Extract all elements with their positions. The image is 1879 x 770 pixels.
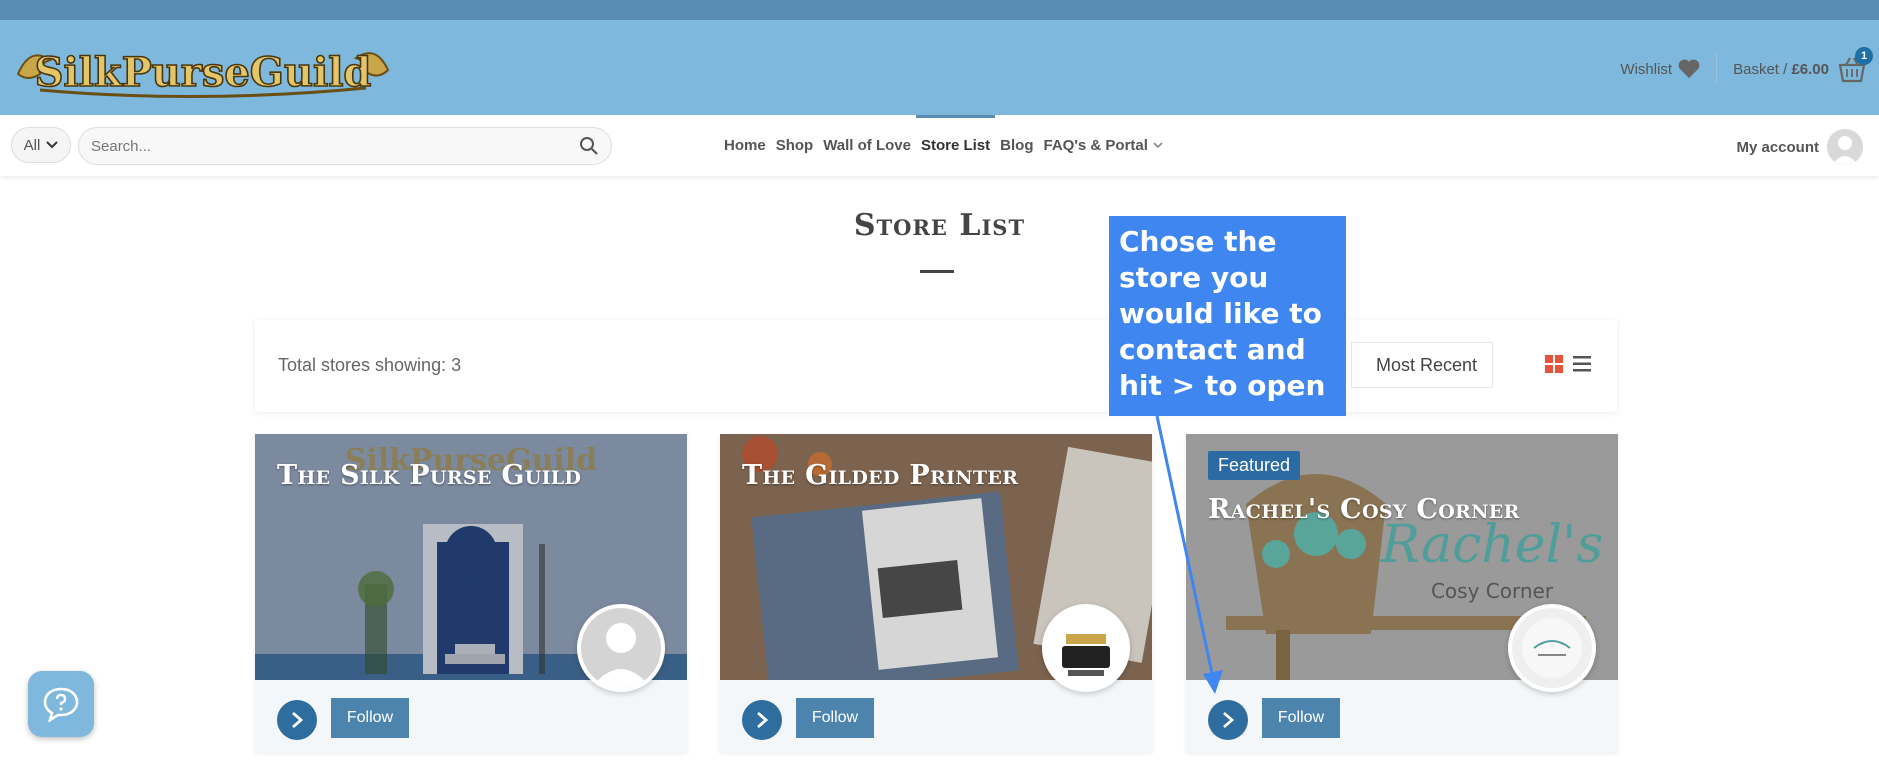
grid-view-icon[interactable]	[1545, 355, 1563, 373]
nav-blog[interactable]: Blog	[995, 115, 1038, 176]
search-input[interactable]	[91, 137, 579, 155]
wishlist-link[interactable]: Wishlist	[1620, 54, 1718, 84]
follow-button[interactable]: Follow	[1262, 698, 1340, 738]
page-title: Store List	[853, 208, 1026, 243]
open-store-button[interactable]	[742, 700, 782, 740]
svg-text:SilkPurseGuild: SilkPurseGuild	[35, 49, 372, 96]
chevron-down-icon	[46, 141, 59, 149]
store-avatar	[577, 604, 665, 692]
nav-shop[interactable]: Shop	[771, 115, 819, 176]
store-card: The Gilded Printer Follow	[720, 434, 1152, 753]
search-category-select[interactable]: All	[11, 127, 71, 163]
store-avatar	[1508, 604, 1596, 692]
nav-store-list[interactable]: Store List	[915, 115, 996, 176]
sort-select[interactable]: Most Recent	[1351, 342, 1493, 388]
featured-badge: Featured	[1208, 451, 1301, 480]
search-icon[interactable]	[579, 136, 599, 156]
nav-faq-portal[interactable]: FAQ's & Portal	[1038, 115, 1167, 176]
store-card: Rachel's Cosy Corner Featured Rachel's C…	[1186, 434, 1618, 753]
basket-icon: 1	[1837, 47, 1873, 83]
nav-faq-label: FAQ's & Portal	[1043, 137, 1148, 154]
heart-icon	[1678, 59, 1700, 79]
store-card: SilkPurseGuild The Silk Purse Guild Foll…	[255, 434, 687, 753]
title-divider	[920, 270, 954, 273]
basket-link[interactable]: Basket / £6.00 1	[1717, 47, 1873, 83]
navigation-bar: All Home Shop Wall of Love Store List Bl…	[0, 115, 1879, 176]
chat-help-icon	[43, 687, 79, 722]
svg-text:Cosy Corner: Cosy Corner	[1431, 579, 1554, 603]
store-filter-bar: Total stores showing: 3 Most Recent	[255, 320, 1617, 412]
site-header: SilkPurseGuild Wishlist Basket / £6.00 1	[0, 20, 1879, 115]
chevron-right-icon	[757, 711, 769, 729]
user-avatar	[1827, 129, 1863, 165]
main-nav: Home Shop Wall of Love Store List Blog F…	[719, 115, 1168, 176]
search-field	[78, 127, 612, 165]
account-label: My account	[1736, 138, 1819, 156]
follow-button[interactable]: Follow	[796, 698, 874, 738]
nav-home[interactable]: Home	[719, 115, 771, 176]
chevron-right-icon	[292, 711, 304, 729]
tutorial-callout: Chose the store you would like to contac…	[1109, 216, 1346, 416]
my-account-link[interactable]: My account	[1736, 129, 1863, 165]
list-view-icon[interactable]	[1573, 356, 1591, 372]
wishlist-label: Wishlist	[1620, 60, 1673, 78]
search-category-value: All	[23, 136, 41, 154]
site-logo[interactable]: SilkPurseGuild	[10, 34, 396, 104]
store-count-text: Total stores showing: 3	[278, 355, 462, 375]
store-name[interactable]: Rachel's Cosy Corner	[1208, 494, 1520, 525]
store-name[interactable]: The Gilded Printer	[742, 460, 1018, 491]
basket-amount: £6.00	[1791, 60, 1829, 78]
basket-label: Basket /	[1733, 60, 1792, 78]
nav-wall-of-love[interactable]: Wall of Love	[818, 115, 916, 176]
open-store-button[interactable]	[1208, 700, 1248, 740]
top-strip	[0, 0, 1879, 20]
chevron-down-icon	[1153, 142, 1163, 149]
chat-button[interactable]	[28, 671, 94, 737]
follow-button[interactable]: Follow	[331, 698, 409, 738]
chevron-right-icon	[1223, 711, 1235, 729]
store-name[interactable]: The Silk Purse Guild	[277, 460, 581, 491]
store-avatar	[1042, 604, 1130, 692]
basket-count-badge: 1	[1855, 47, 1873, 65]
open-store-button[interactable]	[277, 700, 317, 740]
